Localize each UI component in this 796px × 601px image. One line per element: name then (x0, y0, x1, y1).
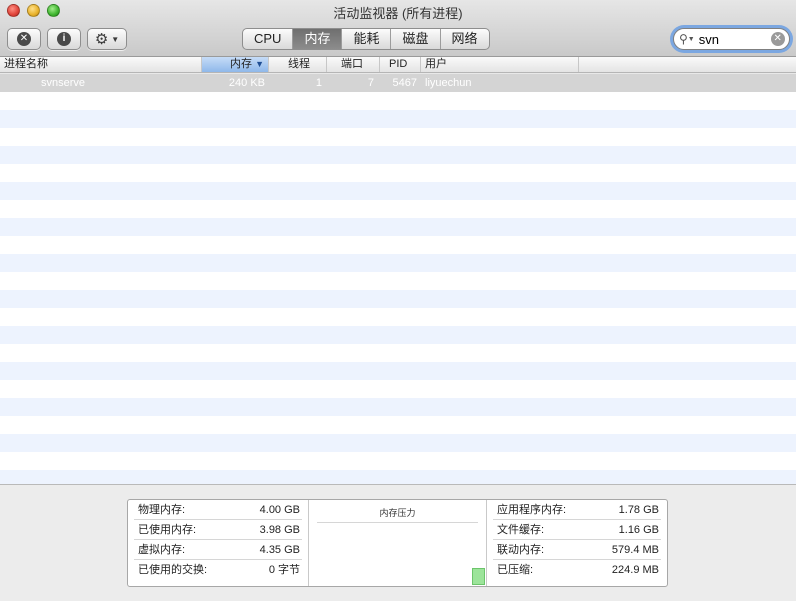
process-table: svnserve 240 KB 1 7 5467 liyuechun (0, 74, 796, 484)
empty-row (0, 146, 796, 164)
memory-stats-panel: 物理内存: 4.00 GB 已使用内存: 3.98 GB 虚拟内存: 4.35 … (0, 484, 796, 601)
chevron-down-icon: ▼ (111, 34, 120, 44)
column-header-memory[interactable]: 内存 ▼ (202, 57, 269, 72)
activity-monitor-window: 活动监视器 (所有进程) ✕ i ⚙ ▼ CPU 内存 能耗 磁盘 网络 ⚲ ▼… (0, 0, 796, 601)
column-header-name[interactable]: 进程名称 (0, 57, 202, 72)
stat-app-memory: 应用程序内存: 1.78 GB (493, 500, 661, 520)
empty-row (0, 218, 796, 236)
clear-search-icon[interactable]: ✕ (770, 32, 785, 46)
action-menu-button[interactable]: ⚙ ▼ (87, 28, 127, 50)
empty-row (0, 182, 796, 200)
empty-row (0, 254, 796, 272)
window-title: 活动监视器 (所有进程) (333, 6, 463, 21)
empty-row (0, 362, 796, 380)
empty-row (0, 416, 796, 434)
empty-row (0, 398, 796, 416)
inspect-process-button[interactable]: i (47, 28, 81, 50)
empty-row (0, 92, 796, 110)
empty-row (0, 200, 796, 218)
view-tabs: CPU 内存 能耗 磁盘 网络 (242, 28, 490, 50)
empty-row (0, 326, 796, 344)
search-field: ⚲ ▼ ✕ (673, 28, 790, 50)
empty-row (0, 110, 796, 128)
column-header-user[interactable]: 用户 (421, 57, 579, 72)
search-icon[interactable]: ⚲ (679, 32, 688, 46)
process-user: liyuechun (425, 77, 472, 89)
tab-network[interactable]: 网络 (441, 29, 489, 49)
process-threads: 1 (315, 77, 322, 89)
empty-row (0, 164, 796, 182)
sort-descending-icon: ▼ (255, 59, 264, 69)
stat-memory-used: 已使用内存: 3.98 GB (134, 520, 302, 540)
empty-row (0, 272, 796, 290)
column-header-ports[interactable]: 端口 (327, 57, 380, 72)
process-pid: 5467 (392, 77, 417, 89)
memory-summary-column: 物理内存: 4.00 GB 已使用内存: 3.98 GB 虚拟内存: 4.35 … (128, 500, 308, 586)
empty-row (0, 236, 796, 254)
memory-pressure-title: 内存压力 (379, 508, 416, 518)
tab-cpu[interactable]: CPU (243, 29, 294, 49)
empty-row (0, 434, 796, 452)
process-ports: 7 (367, 77, 374, 89)
memory-breakdown-column: 应用程序内存: 1.78 GB 文件缓存: 1.16 GB 联动内存: 579.… (487, 500, 667, 586)
table-header: 进程名称 内存 ▼ 线程 端口 PID 用户 (0, 57, 796, 73)
stat-virtual-memory: 虚拟内存: 4.35 GB (134, 540, 302, 560)
stat-compressed: 已压缩: 224.9 MB (497, 564, 659, 576)
info-circle-icon: i (57, 32, 71, 46)
close-circle-icon: ✕ (17, 32, 31, 46)
column-header-pid[interactable]: PID (380, 57, 421, 72)
empty-row (0, 452, 796, 470)
empty-row (0, 380, 796, 398)
quit-process-button[interactable]: ✕ (7, 28, 41, 50)
empty-row (0, 290, 796, 308)
stat-swap-used: 已使用的交换: 0 字节 (138, 564, 300, 576)
empty-row (0, 308, 796, 326)
stat-physical-memory: 物理内存: 4.00 GB (134, 500, 302, 520)
empty-row (0, 344, 796, 362)
pressure-baseline (317, 522, 478, 523)
column-header-threads[interactable]: 线程 (269, 57, 327, 72)
empty-row (0, 470, 796, 484)
tab-memory[interactable]: 内存 (293, 29, 343, 49)
tab-energy[interactable]: 能耗 (342, 29, 392, 49)
process-name: svnserve (41, 77, 86, 89)
gear-icon: ⚙ (94, 30, 109, 48)
empty-row (0, 128, 796, 146)
process-memory: 240 KB (228, 77, 265, 89)
memory-pressure-bar (472, 568, 485, 585)
stats-box: 物理内存: 4.00 GB 已使用内存: 3.98 GB 虚拟内存: 4.35 … (127, 499, 668, 587)
chevron-down-icon: ▼ (687, 35, 695, 43)
title-toolbar: 活动监视器 (所有进程) ✕ i ⚙ ▼ CPU 内存 能耗 磁盘 网络 ⚲ ▼… (0, 0, 796, 57)
search-input[interactable] (698, 31, 765, 47)
stat-file-cache: 文件缓存: 1.16 GB (493, 520, 661, 540)
memory-pressure-graph: 内存压力 (308, 500, 487, 586)
tab-disk[interactable]: 磁盘 (391, 29, 441, 49)
stat-wired-memory: 联动内存: 579.4 MB (493, 540, 661, 560)
table-row[interactable]: svnserve 240 KB 1 7 5467 liyuechun (0, 74, 796, 92)
